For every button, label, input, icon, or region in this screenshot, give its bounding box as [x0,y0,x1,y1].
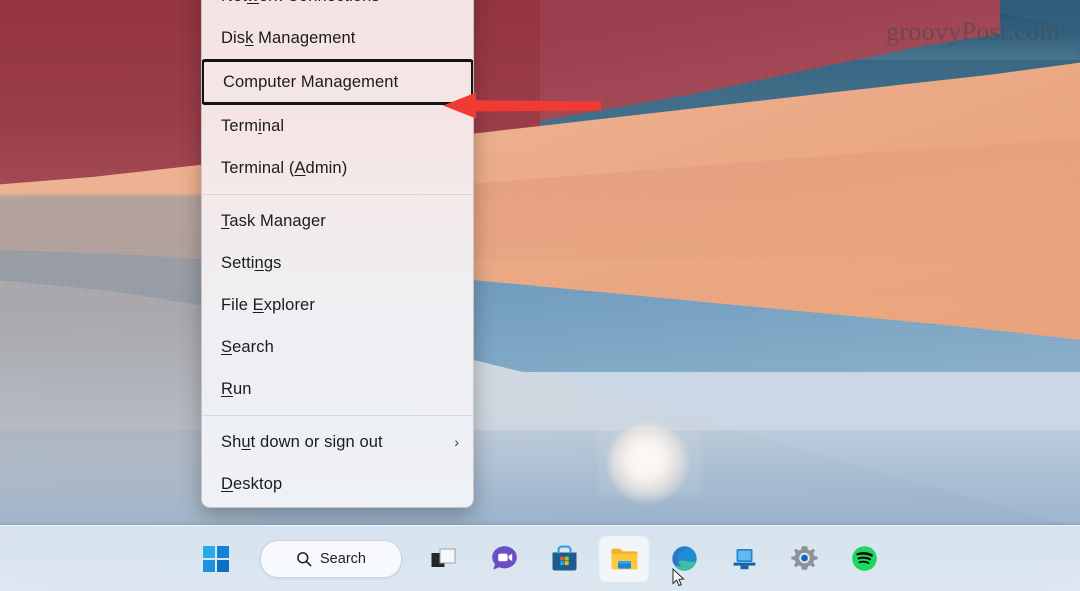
menu-item-label: Network Connections [221,0,380,6]
file-explorer-icon [611,548,637,569]
menu-item-search[interactable]: Search [202,326,473,368]
chevron-right-icon: › [454,434,459,450]
microsoft-store-icon [552,545,576,571]
spotify-button[interactable] [840,537,888,581]
menu-item-network-connections[interactable]: Network Connections [202,0,473,17]
watermark: groovyPost.com [886,17,1060,46]
desktop-wallpaper [0,0,1080,591]
menu-item-disk-management[interactable]: Disk Management [202,17,473,59]
settings-button[interactable] [780,537,828,581]
chat-button[interactable] [480,537,528,581]
menu-item-label: Run [221,379,252,398]
windows-logo-icon [203,545,229,572]
search-label: Search [320,550,366,567]
menu-item-label: Shut down or sign out [221,432,383,451]
menu-item-task-manager[interactable]: Task Manager [202,200,473,242]
menu-separator [202,194,473,195]
wallpaper-sun-reflection [608,424,688,502]
start-button[interactable] [192,537,240,581]
menu-item-settings[interactable]: Settings [202,242,473,284]
menu-item-label: Computer Management [223,72,399,91]
menu-item-desktop[interactable]: Desktop [202,463,473,505]
remote-desktop-button[interactable] [720,537,768,581]
search-icon [297,551,312,566]
menu-item-label: Terminal (Admin) [221,158,348,177]
menu-item-file-explorer[interactable]: File Explorer [202,284,473,326]
menu-item-label: Search [221,337,274,356]
menu-item-computer-management[interactable]: Computer Management [202,59,473,105]
menu-item-terminal[interactable]: Terminal [202,105,473,147]
menu-item-label: Terminal [221,116,285,135]
task-view-button[interactable] [420,537,468,581]
task-view-icon [431,548,456,567]
menu-item-label: Disk Management [221,28,356,47]
wallpaper-ripple-texture [0,250,1080,530]
microsoft-store-button[interactable] [540,537,588,581]
desktop-screen: groovyPost.com Network Connections Disk … [0,0,1080,591]
remote-desktop-icon [733,548,755,569]
search-button[interactable]: Search [260,539,402,578]
win-x-power-user-menu[interactable]: Network Connections Disk Management Comp… [201,0,474,508]
menu-item-label: Desktop [221,474,283,493]
edge-button[interactable] [660,537,708,581]
gear-icon [790,546,818,570]
chat-teams-icon [491,546,517,570]
menu-separator [202,415,473,416]
menu-items-container: Network Connections Disk Management Comp… [202,0,473,507]
menu-item-shut-down-or-sign-out[interactable]: Shut down or sign out › [202,421,473,463]
microsoft-edge-icon [671,546,697,571]
menu-item-label: Task Manager [221,211,326,230]
taskbar: Search [0,525,1080,591]
taskbar-center-group: Search [0,526,1080,591]
menu-item-label: File Explorer [221,295,315,314]
menu-item-run[interactable]: Run [202,368,473,410]
menu-item-label: Settings [221,253,282,272]
spotify-icon [851,546,877,571]
file-explorer-button[interactable] [600,536,648,581]
menu-item-terminal-admin[interactable]: Terminal (Admin) [202,147,473,189]
